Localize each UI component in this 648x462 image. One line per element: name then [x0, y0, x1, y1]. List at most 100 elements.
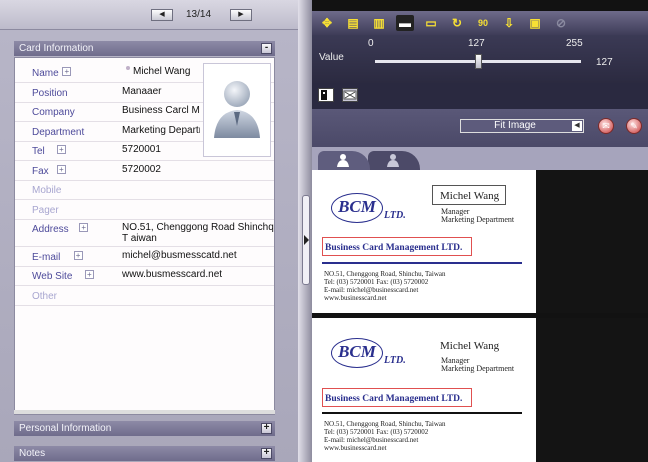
card-back-margin — [536, 318, 648, 462]
expand-field-icon[interactable]: + — [73, 250, 83, 260]
field-value[interactable]: NO.51, Chenggong Road Shinchq T aiwan — [122, 222, 274, 244]
field-label: Position — [32, 87, 68, 99]
card-address: NO.51, Chenggong Road, Shinchu, Taiwan — [324, 270, 446, 278]
field-label: Other — [32, 290, 58, 302]
slider-mid-tick: 127 — [468, 38, 485, 49]
expand-field-icon[interactable]: + — [79, 223, 89, 232]
card-information-title: Card Information — [19, 43, 94, 54]
field-value[interactable]: michel@busmesscatd.net — [122, 250, 237, 261]
zoom-selected-value: Fit Image — [494, 120, 536, 131]
mail-card-button[interactable]: ✉ — [598, 118, 614, 134]
tab-card-front[interactable] — [318, 151, 370, 170]
color-mode-bar — [312, 83, 648, 109]
field-label: Department — [32, 126, 85, 138]
field-row-address[interactable]: Address + NO.51, Chenggong Road Shinchq T … — [15, 218, 274, 247]
scan-icon[interactable]: ▤ — [344, 15, 362, 31]
crop-icon[interactable]: ▬ — [396, 15, 414, 31]
notes-header[interactable]: Notes + — [14, 446, 275, 461]
field-value[interactable]: Michel Wang — [133, 66, 211, 77]
field-value[interactable]: Marketing Departn — [122, 125, 200, 136]
card-email: E-mail: michel@businesscard.net — [324, 286, 419, 294]
bw-mode-icon — [321, 90, 327, 100]
card-information-header[interactable]: Card Information - — [14, 41, 275, 56]
field-label: Web Site — [32, 271, 73, 282]
rotate-icon[interactable]: ↻ — [448, 15, 466, 31]
expand-personal-information-button[interactable]: + — [261, 423, 272, 434]
splitter-arrow-icon — [304, 235, 309, 245]
edit-icon: ✎ — [630, 121, 638, 131]
field-label: Pager — [32, 204, 59, 216]
person-icon — [337, 154, 349, 167]
card-company: Business Card Management LTD. — [322, 388, 472, 407]
field-value[interactable]: 5720001 — [122, 144, 200, 155]
next-record-button[interactable]: ▶ — [230, 9, 252, 21]
field-label: E-mail — [32, 251, 61, 263]
card-address: NO.51, Chenggong Road, Shinchu, Taiwan — [324, 420, 446, 428]
field-row-e-mail[interactable]: E-mail + michel@busmesscatd.net — [15, 246, 274, 267]
expand-notes-button[interactable]: + — [261, 448, 272, 459]
personal-information-header[interactable]: Personal Information + — [14, 421, 275, 436]
card-department: Marketing Department — [441, 215, 515, 224]
zoom-select[interactable]: Fit Image ◀ — [460, 119, 584, 133]
field-row-other[interactable]: Other — [15, 285, 274, 306]
card-front-margin — [536, 170, 648, 313]
card-detail-panel: ◀ 13/14 ▶ Card Information - Name + Michel… — [0, 0, 298, 462]
card-email: E-mail: michel@businesscard.net — [324, 436, 419, 444]
field-label: Mobile — [32, 185, 62, 196]
card-side-tabs — [312, 147, 648, 170]
field-label: Tel — [32, 146, 45, 157]
link-icon[interactable]: ⊘ — [552, 15, 570, 31]
field-label: Name — [32, 68, 59, 79]
save-icon[interactable]: ▣ — [526, 15, 544, 31]
contact-photo-placeholder[interactable] — [203, 63, 271, 157]
value-slider-thumb[interactable] — [475, 54, 482, 69]
field-label: Company — [32, 107, 75, 118]
layout-icon[interactable]: ▥ — [370, 15, 388, 31]
image-viewer-panel: ✥ ▤ ▥ ▬ ▭ ↻ 90 ⇩ ▣ ⊘ Value 0 127 255 127 Fit Imag… — [312, 0, 648, 462]
grayscale-mode-icon — [343, 90, 357, 100]
notes-title: Notes — [19, 448, 46, 459]
card-back-image[interactable]: BCM LTD. Michel Wang Manager Marketing D… — [312, 318, 536, 462]
field-value[interactable]: Manaaer — [122, 86, 200, 97]
expand-field-icon[interactable]: + — [56, 145, 66, 154]
field-row-mobile[interactable]: Mobile — [15, 179, 274, 200]
zoom-bar: Fit Image ◀ ✉ ✎ — [312, 109, 648, 147]
previous-record-button[interactable]: ◀ — [151, 9, 173, 21]
card-company: Business Card Management LTD. — [322, 237, 472, 256]
field-row-fax[interactable]: Fax +5720002 — [15, 160, 274, 181]
field-value[interactable]: 5720002 — [122, 164, 200, 175]
logo-ltd-text: LTD. — [384, 355, 406, 366]
card-telfax: Tel: (03) 5720001 Fax: (03) 5720002 — [324, 428, 429, 436]
rotate-90-icon[interactable]: 90 — [474, 15, 492, 31]
expand-field-icon[interactable]: + — [62, 67, 72, 76]
card-web: www.businesscard.net — [324, 294, 387, 302]
slider-min-tick: 0 — [368, 38, 374, 49]
dropdown-arrow-icon: ◀ — [572, 121, 582, 131]
person-icon — [387, 154, 399, 167]
field-row-web-site[interactable]: Web Site + www.busmesscard.net — [15, 265, 274, 286]
mail-icon: ✉ — [602, 121, 610, 131]
value-readout: 127 — [596, 57, 613, 68]
black-white-mode-button[interactable] — [318, 88, 334, 102]
field-row-pager[interactable]: Pager — [15, 199, 274, 220]
card-department: Marketing Department — [441, 364, 515, 373]
field-value[interactable]: www.busmesscard.net — [122, 269, 222, 280]
tray-icon[interactable]: ⇩ — [500, 15, 518, 31]
expand-field-icon[interactable]: + — [84, 270, 94, 279]
grayscale-mode-button[interactable] — [342, 88, 358, 102]
record-counter: 13/14 — [186, 9, 212, 20]
image-toolbar: ✥ ▤ ▥ ▬ ▭ ↻ 90 ⇩ ▣ ⊘ — [312, 11, 648, 35]
field-value[interactable]: Business Carcl Ma — [122, 105, 200, 116]
tab-card-back[interactable] — [368, 151, 420, 170]
card-front-image[interactable]: BCM LTD. Michel Wang Manager Marketing D… — [312, 170, 536, 313]
collapse-card-information-button[interactable]: - — [261, 43, 272, 54]
display-icon[interactable]: ▭ — [422, 15, 440, 31]
company-logo: BCM — [331, 193, 383, 223]
delete-card-button[interactable]: ✎ — [626, 118, 642, 134]
company-logo: BCM — [331, 338, 383, 368]
card-divider — [322, 262, 522, 264]
move-icon[interactable]: ✥ — [318, 15, 336, 31]
expand-field-icon[interactable]: + — [56, 164, 66, 174]
horizontal-scrollbar[interactable] — [14, 410, 275, 414]
card-divider — [322, 412, 522, 414]
